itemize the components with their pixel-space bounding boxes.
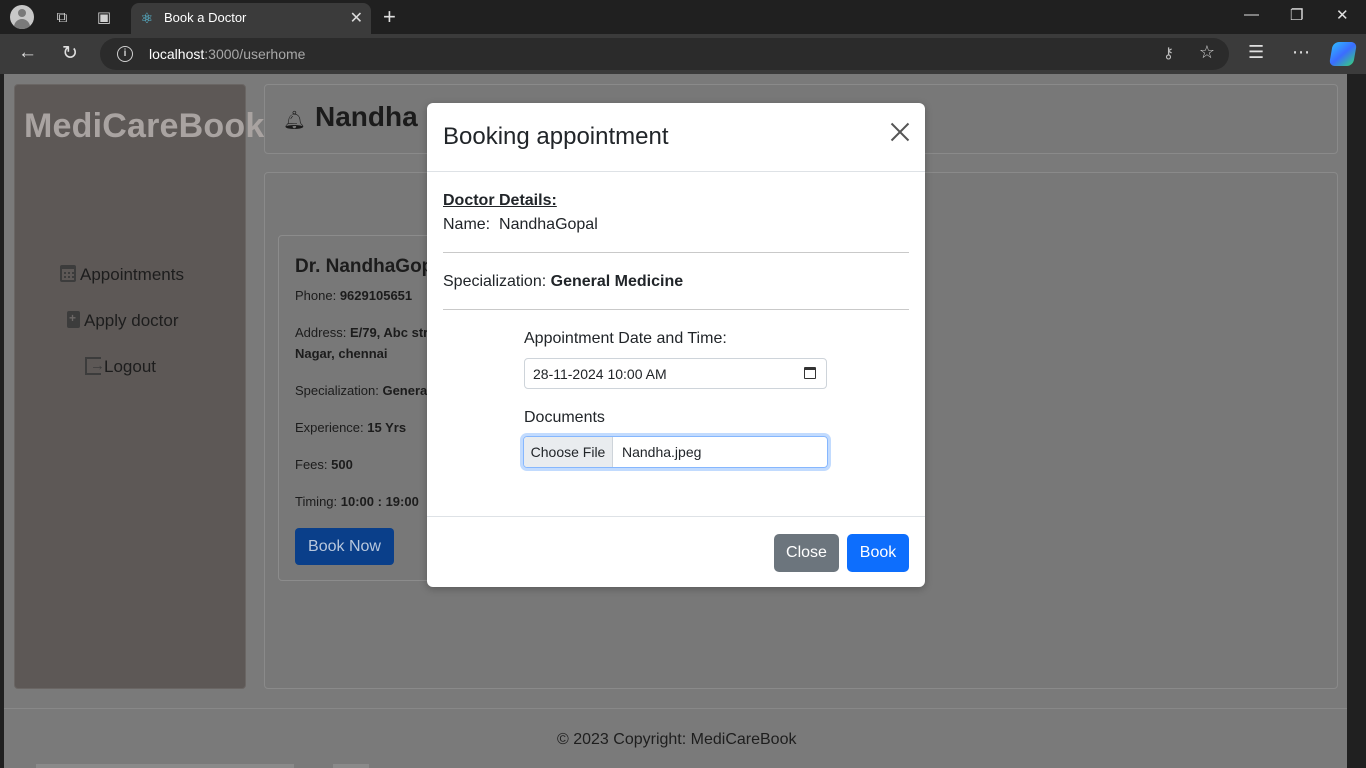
site-info-icon[interactable]: i	[117, 46, 133, 62]
restore-icon[interactable]: ❐	[1290, 6, 1303, 24]
sidebar-item-apply-doctor[interactable]: Apply doctor	[67, 311, 179, 331]
doctor-timing: Timing: 10:00 : 19:00	[295, 494, 419, 509]
password-key-icon[interactable]: ⚷	[1163, 44, 1174, 62]
tab-close-icon[interactable]: ✕	[350, 8, 363, 28]
divider	[443, 309, 909, 310]
vertical-tabs-icon[interactable]: ▣	[93, 7, 115, 29]
documents-label: Documents	[524, 409, 605, 426]
sidebar: MediCareBook Appointments Apply doctor L…	[14, 84, 264, 689]
footer: © 2023 Copyright: MediCareBook	[4, 708, 1347, 768]
doctor-specialization-line: Specialization: General Medicine	[443, 273, 684, 290]
choose-file-button[interactable]: Choose File	[524, 437, 613, 467]
sidebar-item-label: Appointments	[80, 265, 184, 284]
doctor-details-heading: Doctor Details:	[443, 192, 557, 209]
sidebar-item-logout[interactable]: Logout	[85, 357, 156, 377]
url-text: localhost:3000/userhome	[149, 46, 306, 62]
calendar-picker-icon[interactable]	[804, 367, 816, 379]
date-label: Appointment Date and Time:	[524, 330, 727, 347]
workspaces-icon[interactable]: ⧉	[51, 7, 73, 29]
copyright-text: © 2023 Copyright: MediCareBook	[557, 731, 797, 748]
documents-file-input[interactable]: Choose File Nandha.jpeg	[523, 436, 828, 468]
medical-file-icon	[67, 311, 80, 328]
doctor-experience: Experience: 15 Yrs	[295, 420, 407, 435]
back-icon[interactable]: ←	[18, 42, 37, 64]
address-bar[interactable]: i localhost:3000/userhome ⚷ ☆	[100, 38, 1229, 70]
copilot-icon[interactable]	[1328, 42, 1358, 66]
more-menu-icon[interactable]: ⋯	[1292, 42, 1310, 63]
modal-header: Booking appointment	[427, 103, 925, 172]
modal-title: Booking appointment	[443, 123, 669, 150]
react-favicon-icon: ⚛	[140, 10, 154, 26]
appointment-datetime-input[interactable]: 28-11-2024 10:00 AM	[524, 358, 827, 389]
close-button[interactable]: Close	[774, 534, 839, 572]
sidebar-item-appointments[interactable]: Appointments	[60, 265, 184, 285]
logout-icon	[85, 357, 105, 375]
notification-bell-icon[interactable]: 🔔︎	[283, 110, 306, 131]
profile-icon[interactable]	[10, 5, 34, 29]
new-tab-icon[interactable]: +	[383, 4, 396, 30]
tab-title: Book a Doctor	[164, 10, 247, 25]
doctor-name-line: Name: NandhaGopal	[443, 216, 598, 233]
sidebar-item-label: Logout	[104, 357, 156, 376]
user-name: Nandha	[315, 101, 418, 132]
brand-logo-text: MediCareBook	[24, 107, 265, 145]
minimize-icon[interactable]: —	[1244, 6, 1259, 23]
modal-footer: Close Book	[427, 516, 925, 587]
doctor-fees: Fees: 500	[295, 457, 353, 472]
booking-modal: Booking appointment Doctor Details: Name…	[427, 103, 925, 587]
refresh-icon[interactable]: ↻	[62, 42, 78, 65]
book-now-button[interactable]: Book Now	[295, 528, 394, 565]
divider	[443, 252, 909, 253]
calendar-icon	[60, 265, 76, 282]
datetime-value: 28-11-2024 10:00 AM	[533, 366, 667, 382]
browser-tab-bar: ⧉ ▣ ⚛ Book a Doctor ✕ + — ❐ ✕	[0, 0, 1366, 34]
selected-file-name: Nandha.jpeg	[622, 444, 702, 460]
browser-tab[interactable]: ⚛ Book a Doctor ✕	[131, 3, 371, 34]
window-close-icon[interactable]: ✕	[1336, 6, 1349, 24]
browser-toolbar: ← ↻ i localhost:3000/userhome ⚷ ☆ ☰ ⋯	[0, 34, 1366, 74]
horizontal-scrollbar[interactable]	[36, 764, 294, 768]
horizontal-scrollbar-segment[interactable]	[333, 764, 369, 768]
doctor-phone: Phone: 9629105651	[295, 288, 413, 303]
sidebar-item-label: Apply doctor	[84, 311, 179, 330]
close-icon[interactable]	[889, 121, 911, 143]
favorite-star-icon[interactable]: ☆	[1199, 42, 1215, 63]
favorites-icon[interactable]: ☰	[1248, 42, 1264, 63]
book-button[interactable]: Book	[847, 534, 909, 572]
